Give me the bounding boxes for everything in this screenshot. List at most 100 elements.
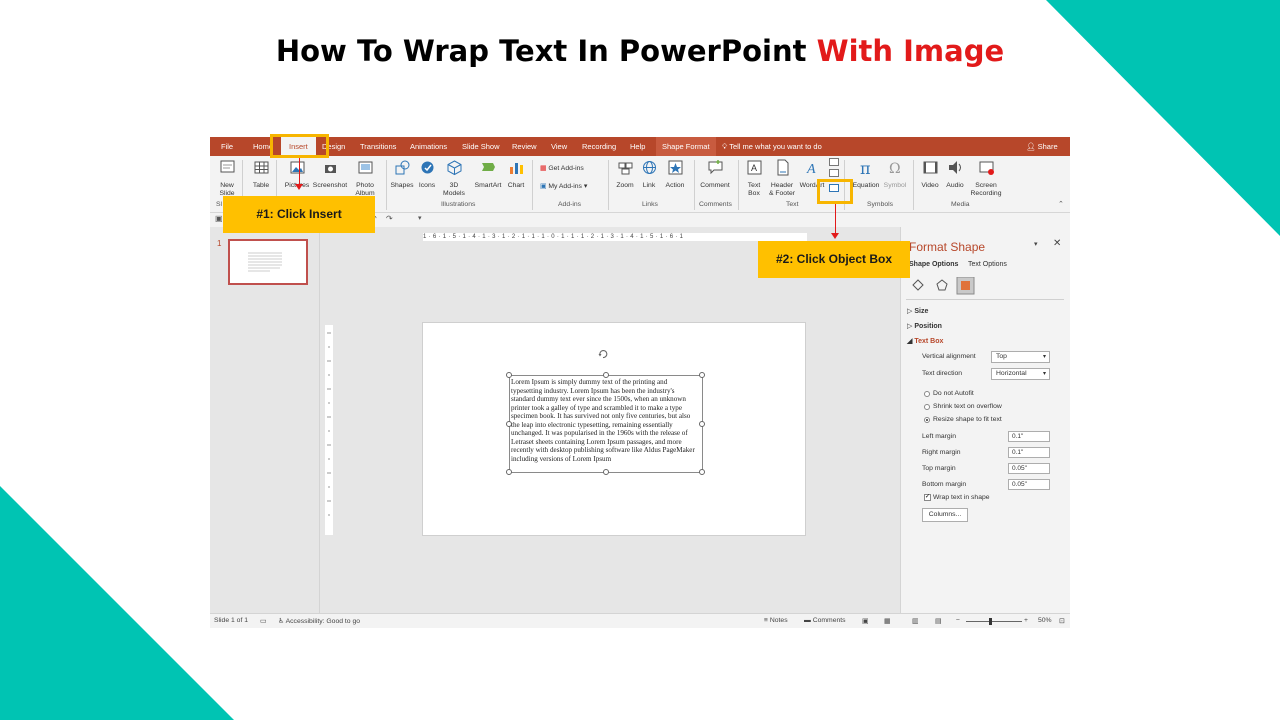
do-not-autofit-radio[interactable] [924, 391, 930, 397]
left-margin-label: Left margin [922, 433, 957, 440]
audio-button[interactable]: Audio [943, 159, 967, 190]
section-position[interactable]: ▷ Position [907, 322, 942, 330]
vertical-alignment-dropdown[interactable]: Top ▾ [991, 351, 1050, 363]
slide-sorter-icon[interactable]: ▦ [884, 617, 890, 625]
tell-me-search[interactable]: 💡︎ Tell me what you want to do [722, 137, 822, 156]
tab-transitions[interactable]: Transitions [360, 137, 396, 156]
wrap-text-checkbox[interactable]: ✓ [924, 494, 931, 501]
close-icon[interactable]: ✕ [1053, 238, 1061, 249]
top-margin-label: Top margin [922, 465, 956, 472]
video-button[interactable]: Video [918, 159, 942, 190]
text-box-shape[interactable]: Lorem Ipsum is simply dummy text of the … [506, 372, 705, 475]
tab-shape-format[interactable]: Shape Format [656, 137, 716, 156]
tab-animations[interactable]: Animations [410, 137, 447, 156]
photo-album-button[interactable]: Photo Album [350, 159, 380, 199]
share-button[interactable]: 👤︎ Share [1026, 137, 1058, 156]
action-button[interactable]: Action [662, 159, 688, 190]
text-box-content[interactable]: Lorem Ipsum is simply dummy text of the … [511, 378, 699, 463]
equation-button[interactable]: π Equation [850, 159, 882, 190]
tab-text-options[interactable]: Text Options [968, 261, 1007, 268]
date-time-icon[interactable] [829, 158, 839, 166]
group-label-illustrations: Illustrations [441, 201, 476, 208]
section-text-box[interactable]: ◢ Text Box [907, 337, 943, 345]
zoom-out-button[interactable]: − [956, 617, 960, 624]
get-addins-button[interactable]: ▦ Get Add-ins [540, 164, 584, 172]
link-button[interactable]: Link [638, 159, 660, 190]
section-size[interactable]: ▷ Size [907, 307, 928, 315]
slide-thumbnail[interactable] [228, 239, 308, 285]
tab-help[interactable]: Help [630, 137, 645, 156]
zoom-icon [618, 162, 632, 175]
slide-canvas[interactable]: Lorem Ipsum is simply dummy text of the … [422, 322, 806, 536]
chart-icon [509, 163, 523, 174]
right-margin-input[interactable]: 0.1" [1008, 447, 1050, 458]
pane-options-chevron-icon[interactable]: ▾ [1034, 240, 1038, 248]
resize-handle[interactable] [603, 372, 609, 378]
pane-category-icons [912, 276, 975, 295]
zoom-button[interactable]: Zoom [613, 159, 637, 190]
resize-handle[interactable] [506, 372, 512, 378]
redo-icon[interactable]: ↷ [386, 214, 393, 223]
columns-button[interactable]: Columns... [922, 508, 968, 522]
zoom-level[interactable]: 50% [1038, 617, 1052, 624]
customize-toolbar-icon[interactable]: ▾ [418, 214, 422, 222]
normal-view-icon[interactable]: ▣ [862, 617, 868, 625]
svg-text:π: π [860, 159, 871, 176]
resize-handle[interactable] [506, 421, 512, 427]
reading-view-icon[interactable]: ▥ [912, 617, 918, 625]
screenshot-button[interactable]: Screenshot [312, 159, 348, 190]
accessibility-status[interactable]: ♿︎ Accessibility: Good to go [278, 617, 360, 625]
pentagon-icon [936, 279, 948, 291]
zoom-slider[interactable] [966, 618, 1022, 625]
save-icon[interactable]: ▣ [215, 214, 223, 223]
notes-button[interactable]: ≡ Notes [764, 617, 788, 624]
arrow-head-insert [295, 184, 303, 190]
resize-handle[interactable] [699, 469, 705, 475]
slideshow-view-icon[interactable]: ▤ [935, 617, 941, 625]
text-box-button[interactable]: A Text Box [744, 159, 764, 199]
new-slide-button[interactable]: New Slide [215, 159, 239, 199]
group-label-addins: Add-ins [558, 201, 582, 208]
text-direction-dropdown[interactable]: Horizontal ▾ [991, 368, 1050, 380]
spelling-icon[interactable]: ▭ [260, 617, 266, 625]
table-button[interactable]: Table [250, 159, 272, 190]
tab-view[interactable]: View [551, 137, 567, 156]
comments-button[interactable]: ▬ Comments [804, 617, 846, 624]
resize-handle[interactable] [506, 469, 512, 475]
shapes-button[interactable]: Shapes [390, 159, 414, 190]
tab-file[interactable]: File [221, 137, 233, 156]
comment-button[interactable]: Comment [698, 159, 732, 190]
slide-number-icon[interactable] [829, 169, 839, 177]
symbol-button[interactable]: Ω Symbol [882, 159, 908, 190]
icons-button[interactable]: Icons [416, 159, 438, 190]
top-margin-input[interactable]: 0.05" [1008, 463, 1050, 474]
chart-button[interactable]: Chart [506, 159, 526, 190]
tab-shape-options[interactable]: Shape Options [909, 261, 958, 268]
zoom-in-button[interactable]: + [1024, 617, 1028, 624]
resize-handle[interactable] [699, 421, 705, 427]
fit-slide-icon[interactable]: ⊡ [1059, 617, 1065, 625]
3d-models-button[interactable]: 3D Models [442, 159, 466, 199]
text-box-icon: A [747, 160, 761, 175]
resize-handle[interactable] [603, 469, 609, 475]
bottom-margin-input[interactable]: 0.05" [1008, 479, 1050, 490]
screen-recording-button[interactable]: Screen Recording [968, 159, 1004, 199]
tab-review[interactable]: Review [512, 137, 537, 156]
callout-step-1: #1: Click Insert [223, 196, 375, 233]
my-addins-button[interactable]: ▣ My Add-ins ▾ [540, 182, 587, 190]
shrink-text-radio[interactable] [924, 404, 930, 410]
resize-shape-radio[interactable] [924, 417, 930, 423]
rotate-handle-icon[interactable] [597, 348, 609, 360]
pi-icon: π [860, 159, 871, 178]
smartart-icon [481, 163, 495, 171]
zoom-slider-thumb[interactable] [989, 618, 992, 625]
group-label-links: Links [642, 201, 658, 208]
size-properties-icon [956, 276, 975, 295]
smartart-button[interactable]: SmartArt [472, 159, 504, 190]
left-margin-input[interactable]: 0.1" [1008, 431, 1050, 442]
header-footer-button[interactable]: Header & Footer [766, 159, 798, 199]
resize-handle[interactable] [699, 372, 705, 378]
collapse-ribbon-icon[interactable]: ⌃ [1058, 200, 1064, 208]
tab-slide-show[interactable]: Slide Show [462, 137, 500, 156]
tab-recording[interactable]: Recording [582, 137, 616, 156]
